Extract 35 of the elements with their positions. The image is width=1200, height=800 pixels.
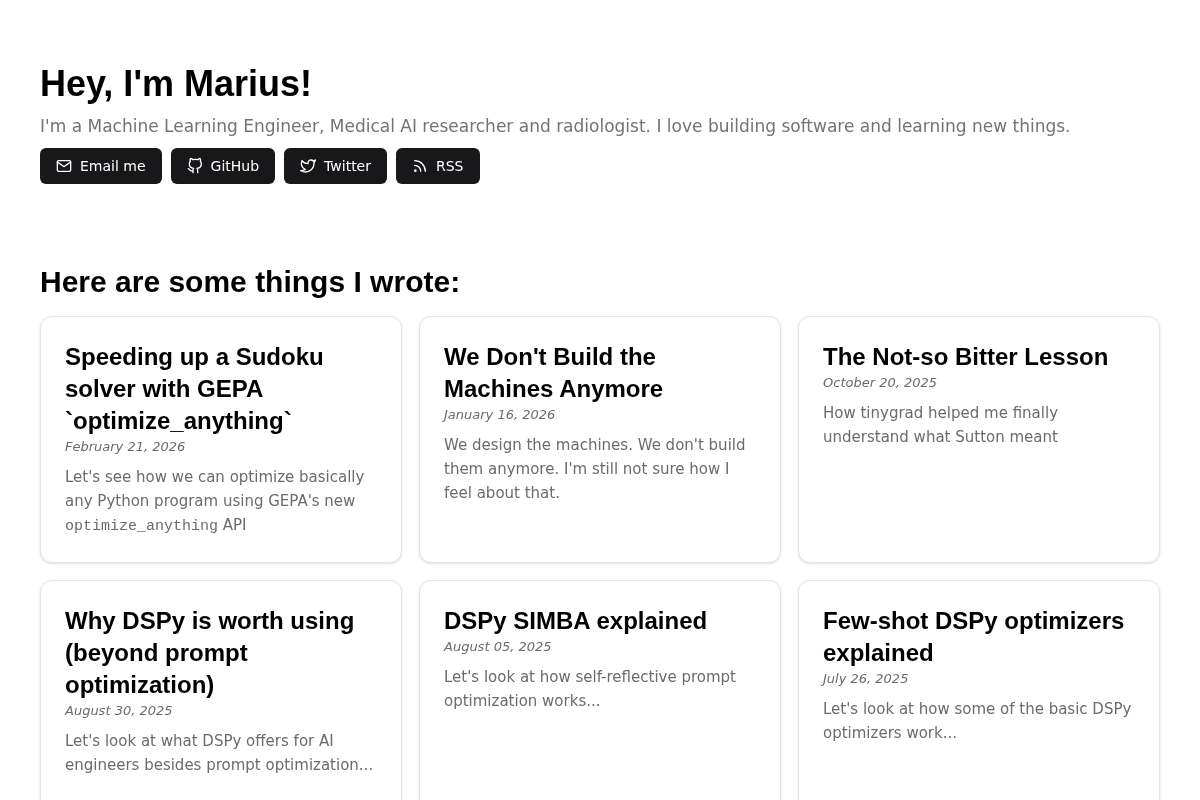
- post-title: We Don't Build the Machines Anymore: [444, 342, 665, 404]
- github-button[interactable]: GitHub: [170, 148, 276, 184]
- post-description: Let's look at what DSPy offers for AI engineers besides prompt optimization...: [65, 731, 375, 776]
- section-heading: Here are some things I wrote:: [40, 264, 462, 300]
- post-card[interactable]: Why DSPy is worth using (beyond prompt optimization) August 30, 2025 Let's look at what DSPy offers for AI engineers besides prompt optimization...: [40, 580, 402, 800]
- post-date: July 26, 2025: [823, 670, 910, 688]
- post-description: Let's look at how self-reflective prompt optimization works...: [444, 667, 737, 712]
- post-description: Let's look at how some of the basic DSPy optimizers work...: [823, 699, 1133, 744]
- rss-icon: [412, 158, 428, 174]
- post-title: The Not-so Bitter Lesson: [823, 342, 1110, 372]
- post-title: Why DSPy is worth using (beyond prompt optimization): [65, 606, 356, 700]
- post-date: October 20, 2025: [823, 374, 939, 392]
- email-button[interactable]: Email me: [40, 148, 162, 184]
- bird-icon: [300, 158, 317, 174]
- post-title: Few-shot DSPy optimizers explained: [823, 606, 1126, 668]
- post-card[interactable]: Speeding up a Sudoku solver with GEPA `optimize_anything` February 21, 2026 Let's see how we can optimize basically any Python program using GEPA's new optimize_anything API: [40, 316, 402, 563]
- post-card[interactable]: DSPy SIMBA explained August 05, 2025 Let's look at how self-reflective prompt optimization works...: [419, 580, 781, 800]
- post-description: How tinygrad helped me finally understand what Sutton meant: [823, 403, 1059, 448]
- post-card[interactable]: Few-shot DSPy optimizers explained July 26, 2025 Let's look at how some of the basic DSPy optimizers work...: [798, 580, 1160, 800]
- github-icon: [186, 158, 203, 174]
- post-title: Speeding up a Sudoku solver with GEPA `optimize_anything`: [65, 342, 325, 436]
- rss-button[interactable]: RSS: [396, 148, 480, 184]
- post-description: Let's see how we can optimize basically any Python program using GEPA's new optimize_anything API: [65, 467, 366, 537]
- post-description: We design the machines. We don't build them anymore. I'm still not sure how I feel about that.: [444, 435, 747, 504]
- post-date: August 30, 2025: [65, 702, 174, 720]
- post-date: February 21, 2026: [65, 438, 187, 456]
- post-date: January 16, 2026: [444, 406, 557, 424]
- post-card[interactable]: The Not-so Bitter Lesson October 20, 2025 How tinygrad helped me finally understand what Sutton meant: [798, 316, 1160, 563]
- intro-text: I'm a Machine Learning Engineer, Medical AI researcher and radiologist. I love building software and learning new things.: [40, 115, 1072, 138]
- post-card[interactable]: We Don't Build the Machines Anymore January 16, 2026 We design the machines. We don't build them anymore. I'm still not sure how I feel about that.: [419, 316, 781, 563]
- page-title: Hey, I'm Marius!: [40, 64, 313, 104]
- twitter-button[interactable]: Twitter: [284, 148, 387, 184]
- post-title: DSPy SIMBA explained: [444, 606, 709, 636]
- envelope-icon: [56, 158, 72, 174]
- post-date: August 05, 2025: [444, 638, 553, 656]
